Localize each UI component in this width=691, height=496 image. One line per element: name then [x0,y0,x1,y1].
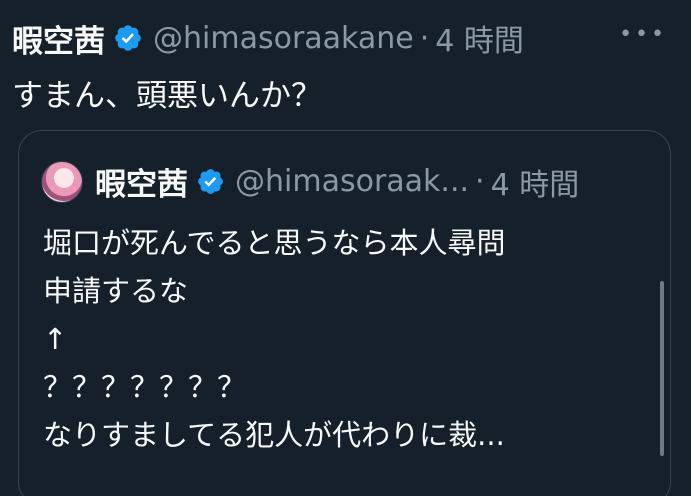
more-horizontal-icon[interactable]: ••• [619,22,667,47]
quoted-text-line: ↑ [43,322,68,356]
separator-dot: · [475,164,485,199]
quoted-text-line: 申請するな [43,274,189,308]
quoted-author-handle: @himasoraak... [235,164,470,199]
separator-dot: · [419,20,430,56]
author-name[interactable]: 暇空茜 [12,16,105,61]
quoted-tweet-timestamp: 4 時間 [490,167,580,203]
tweet-header: 暇空茜 @himasoraakane · 4 時間 ••• [12,16,679,60]
author-handle[interactable]: @himasoraakane [153,21,414,56]
tweet-timestamp[interactable]: 4 時間 [435,16,524,60]
quoted-text-line: なりすましてる犯人が代わりに裁... [43,418,505,452]
quoted-tweet[interactable]: 暇空茜 @himasoraak... · 4 時間 堀口が死んでると思うなら本人… [18,130,671,496]
tweet-text: すまん、頭悪いんか？ [12,78,322,114]
avatar[interactable] [41,160,83,203]
scrollbar[interactable] [660,281,664,456]
verified-badge-icon [115,25,141,51]
tweet[interactable]: 暇空茜 @himasoraakane · 4 時間 ••• すまん、頭悪いんか？… [0,0,691,496]
quoted-text-line: ？？？？？？？ [43,370,247,404]
quoted-tweet-header: 暇空茜 @himasoraak... · 4 時間 [41,159,579,204]
quoted-tweet-text: 堀口が死んでると思うなら本人尋問 申請するな ↑ ？？？？？？？ なりすましてる… [43,219,506,459]
quoted-author-name: 暇空茜 [95,167,188,203]
quoted-text-line: 堀口が死んでると思うなら本人尋問 [43,226,506,260]
verified-badge-icon [198,169,223,194]
